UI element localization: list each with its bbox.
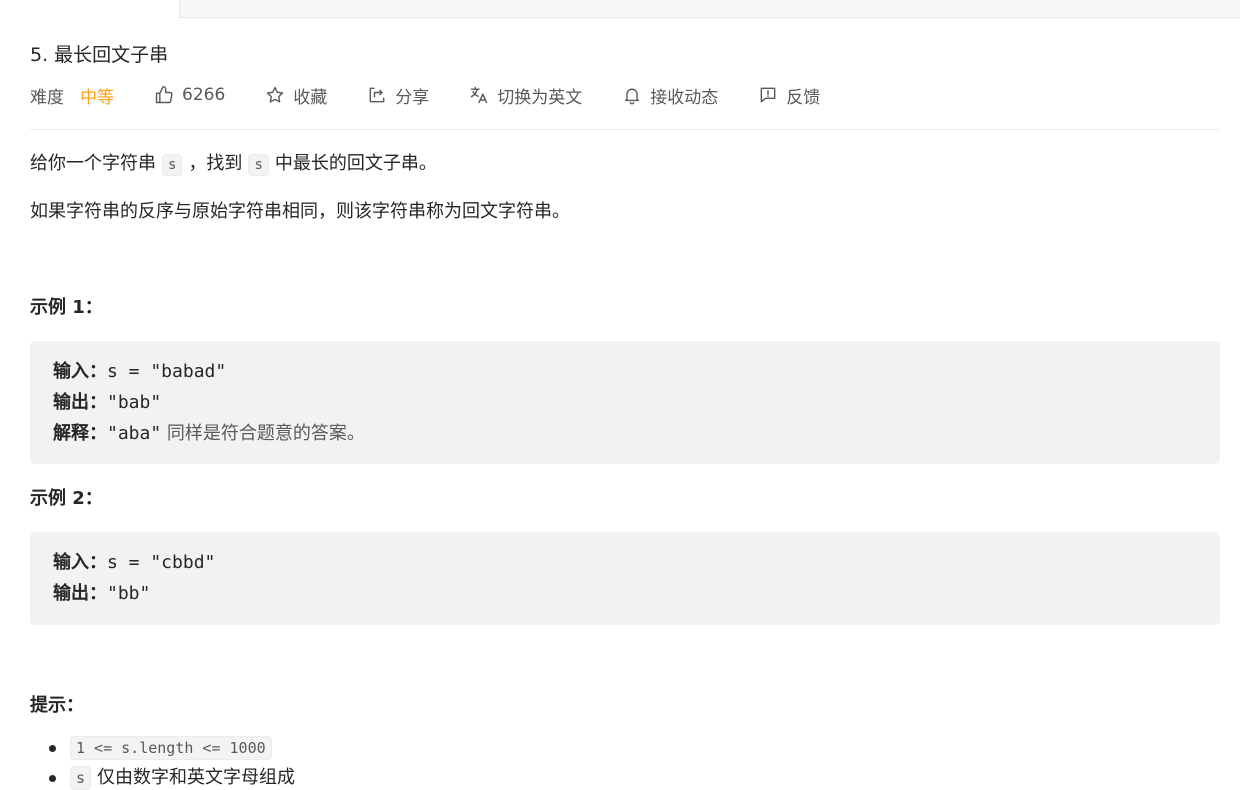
tab-description[interactable]: [0, 0, 180, 18]
share-button[interactable]: 分享: [367, 83, 429, 108]
top-tab-bar: [0, 0, 1240, 18]
example-1-output: 输出："bab": [53, 387, 1197, 418]
input-value: s = "babad": [107, 361, 227, 382]
example-1-explanation: 解释："aba" 同样是符合题意的答案。: [53, 418, 1197, 449]
inline-code: s: [248, 154, 269, 176]
header-divider: [30, 129, 1220, 130]
problem-description: 给你一个字符串 s ，找到 s 中最长的回文子串。 如果字符串的反序与原始字符串相同，则…: [30, 149, 1220, 227]
output-value: "bab": [107, 392, 162, 413]
description-text: 中最长的回文子串。: [274, 153, 437, 174]
bell-icon: [625, 88, 640, 105]
translate-button[interactable]: 切换为英文: [469, 83, 582, 108]
explanation-value: "aba": [107, 423, 162, 444]
translate-label: 切换为英文: [497, 87, 583, 108]
hint-item: s 仅由数字和英文字母组成: [49, 763, 1220, 790]
feedback-button[interactable]: 反馈: [758, 83, 820, 108]
output-value: "bb": [107, 583, 151, 604]
hints-list: 1 <= s.length <= 1000 s 仅由数字和英文字母组成: [30, 733, 1220, 790]
example-1-input: 输入：s = "babad": [53, 356, 1197, 387]
problem-meta-bar: 难度 中等 6266 收藏 分享 切换为英文 接收动态 反馈: [30, 80, 1220, 110]
hint-item: 1 <= s.length <= 1000: [49, 733, 1220, 763]
input-value: s = "cbbd": [107, 552, 216, 573]
thumbs-up-icon: [155, 85, 173, 104]
input-label: 输入：: [53, 552, 107, 573]
like-count: 6266: [182, 85, 226, 105]
hint-code: s: [70, 766, 92, 790]
explanation-note: 同样是符合题意的答案。: [161, 423, 365, 444]
description-paragraph-1: 给你一个字符串 s ，找到 s 中最长的回文子串。: [30, 149, 1220, 180]
like-button[interactable]: 6266: [154, 85, 225, 105]
tab-bar-rest: [180, 0, 1240, 18]
hint-text: 仅由数字和英文字母组成: [97, 767, 296, 788]
hint-code: 1 <= s.length <= 1000: [70, 736, 272, 760]
favorite-button[interactable]: 收藏: [265, 83, 327, 108]
share-label: 分享: [395, 87, 430, 108]
favorite-label: 收藏: [293, 87, 328, 108]
star-icon: [267, 86, 284, 103]
example-2-block: 输入：s = "cbbd" 输出："bb": [30, 532, 1220, 625]
feedback-label: 反馈: [786, 87, 821, 108]
hints-title: 提示：: [30, 695, 84, 716]
description-text: ，找到: [188, 153, 243, 174]
description-text: 给你一个字符串: [30, 153, 156, 174]
example-1-block: 输入：s = "babad" 输出："bab" 解释："aba" 同样是符合题意…: [30, 341, 1220, 464]
inline-code: s: [162, 154, 183, 176]
translate-icon: [471, 86, 488, 104]
input-label: 输入：: [53, 361, 107, 382]
subscribe-button[interactable]: 接收动态: [622, 83, 718, 108]
problem-title: 5. 最长回文子串: [30, 44, 169, 66]
description-paragraph-2: 如果字符串的反序与原始字符串相同，则该字符串称为回文字符串。: [30, 201, 570, 222]
explanation-label: 解释：: [53, 423, 107, 444]
difficulty-value: 中等: [80, 87, 114, 108]
example-1-title: 示例 1：: [30, 297, 103, 318]
feedback-icon: [760, 87, 776, 103]
output-label: 输出：: [53, 392, 107, 413]
example-2-input: 输入：s = "cbbd": [53, 547, 1197, 578]
subscribe-label: 接收动态: [650, 87, 719, 108]
output-label: 输出：: [53, 583, 107, 604]
problem-content: 5. 最长回文子串 难度 中等 6266 收藏 分享 切换为英文 接收动态 反馈…: [30, 40, 1220, 790]
example-2-title: 示例 2：: [30, 488, 103, 509]
difficulty-label: 难度: [30, 87, 64, 108]
share-icon: [369, 87, 385, 103]
example-2-output: 输出："bb": [53, 578, 1197, 609]
